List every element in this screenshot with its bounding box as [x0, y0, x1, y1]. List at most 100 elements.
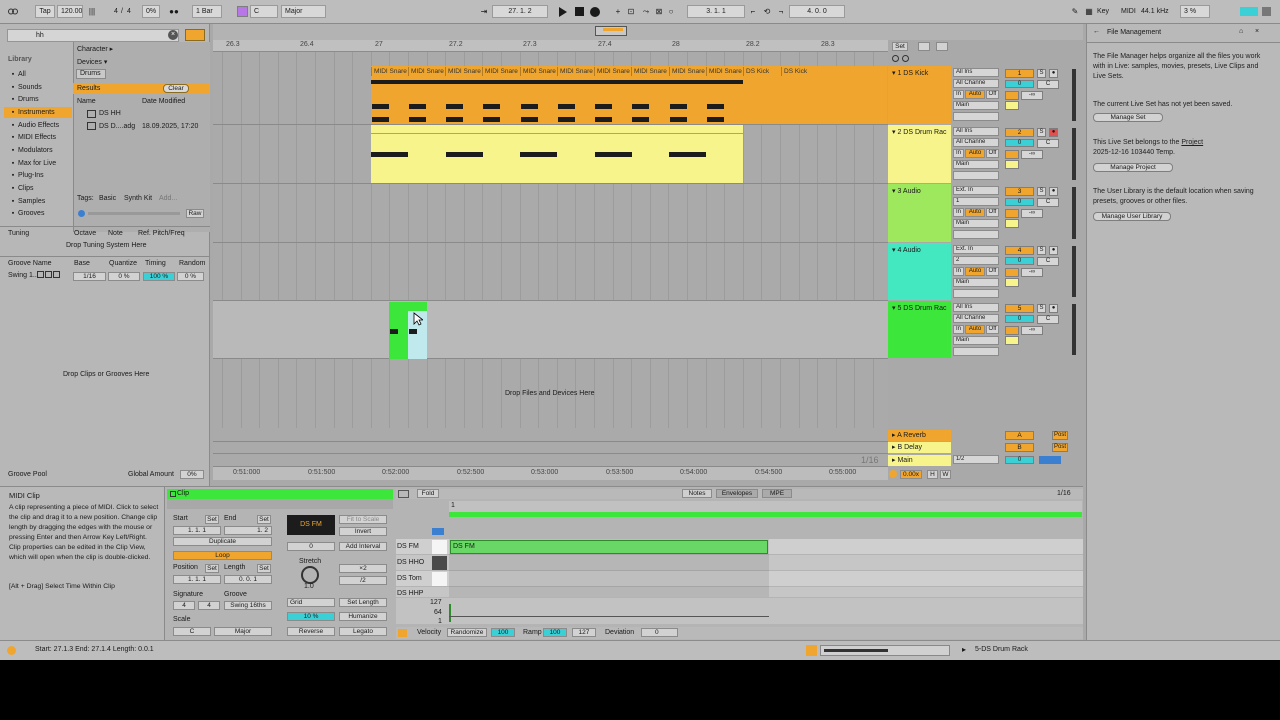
key-map-icon[interactable]: ▦ [1083, 5, 1095, 18]
scale-mode-icon[interactable] [237, 6, 248, 17]
tag-add[interactable]: Add... [159, 195, 177, 202]
position-field[interactable]: 1. 1. 1 [173, 575, 221, 584]
midi-note[interactable] [670, 104, 687, 109]
clip-header-midi-snare[interactable]: MIDI Snare [408, 67, 445, 76]
next-locator-icon[interactable] [902, 55, 909, 62]
library-item-drums[interactable]: ▪ Drums [8, 94, 39, 105]
fold-icon[interactable]: ▾ [892, 188, 896, 195]
midi-note[interactable] [372, 117, 389, 122]
tab-envelopes[interactable]: Envelopes [716, 489, 758, 498]
input-type-select[interactable]: All Ins [953, 127, 999, 136]
overview-strip[interactable] [213, 24, 1083, 40]
follow-icon[interactable]: ⇥ [478, 5, 490, 18]
midi-note[interactable] [595, 117, 612, 122]
monitor-in[interactable]: In [953, 267, 964, 276]
monitor-off[interactable]: Off [986, 267, 999, 276]
midi-note[interactable] [707, 117, 724, 122]
monitor-auto[interactable]: Auto [965, 325, 985, 334]
add-interval-button[interactable]: Add Interval [339, 542, 387, 551]
midi-note[interactable] [446, 117, 463, 122]
track-pan[interactable]: C [1037, 80, 1059, 89]
monitor-auto[interactable]: Auto [965, 208, 985, 217]
midi-note[interactable] [371, 152, 408, 157]
input-channel-select[interactable]: 1 [953, 197, 999, 206]
post-button[interactable]: Post [1052, 443, 1068, 452]
send-a-value[interactable]: -∞ [1021, 150, 1043, 159]
end-field[interactable]: 1. 2 [224, 526, 272, 535]
height-toggle[interactable]: H [927, 470, 938, 479]
clip-header-midi-snare[interactable]: MIDI Snare [706, 67, 743, 76]
monitor-off[interactable]: Off [986, 149, 999, 158]
send-a-value[interactable]: -∞ [1021, 326, 1043, 335]
quantize-menu[interactable]: 1 Bar [192, 5, 222, 18]
library-item-grooves[interactable]: ▪ Grooves [8, 208, 45, 219]
library-item-sounds[interactable]: ▪ Sounds [8, 82, 42, 93]
main-output-select[interactable]: 1/2 [953, 455, 999, 464]
clear-search-icon[interactable]: × [168, 30, 178, 40]
midi-note[interactable] [483, 104, 500, 109]
start-field[interactable]: 1. 1. 1 [173, 526, 221, 535]
halve-button[interactable]: /2 [339, 576, 387, 585]
midi-note[interactable] [409, 104, 426, 109]
send-a[interactable] [1005, 91, 1019, 100]
midi-note[interactable] [632, 104, 649, 109]
monitor-auto[interactable]: Auto [965, 267, 985, 276]
clip-header-midi-snare[interactable]: MIDI Snare [557, 67, 594, 76]
song-position-field[interactable]: 27. 1. 2 [492, 5, 548, 18]
clip-header-ds-kick[interactable]: DS Kick [743, 67, 781, 76]
pad-key[interactable] [432, 540, 447, 554]
record-icon[interactable] [590, 7, 600, 17]
clip-scale-select[interactable]: Major [214, 627, 272, 636]
prev-locator-icon[interactable] [892, 55, 899, 62]
clip-header-midi-snare[interactable]: MIDI Snare [631, 67, 668, 76]
lane-ds-hhp[interactable]: DS HHP [397, 590, 423, 597]
key-menu[interactable]: C [250, 5, 278, 18]
send-b[interactable] [1005, 336, 1019, 345]
home-icon[interactable]: ⌂ [1239, 28, 1243, 35]
stop-icon[interactable] [575, 7, 584, 16]
invert-button[interactable]: Invert [339, 527, 387, 536]
monitor-in[interactable]: In [953, 90, 964, 99]
library-item-modulators[interactable]: ▪ Modulators [8, 145, 53, 156]
loop-start-field[interactable]: 3. 1. 1 [687, 5, 745, 18]
col-name[interactable]: Name [77, 98, 96, 105]
sig-num-field[interactable]: 4 [173, 601, 195, 610]
track-pan[interactable]: C [1037, 139, 1059, 148]
track-lane-5[interactable] [213, 301, 888, 359]
metronome-icon[interactable]: ●● [168, 5, 180, 18]
preview-toggle[interactable] [432, 528, 444, 535]
groove-quantize-field[interactable]: 0 % [108, 272, 140, 281]
tuning-drop-zone[interactable]: Drop Tuning System Here [66, 242, 147, 249]
midi-note[interactable] [483, 117, 500, 122]
output-select[interactable]: Main [953, 160, 999, 169]
lane-ds-tom[interactable]: DS Tom [397, 575, 422, 582]
track-header-2[interactable]: ▾ 2 DS Drum Rac [888, 125, 951, 183]
arm-button[interactable]: ● [1049, 304, 1058, 313]
midi-note[interactable] [521, 117, 538, 122]
lane-ds-hho[interactable]: DS HHO [397, 559, 424, 566]
punch-out-icon[interactable]: ¬ [775, 5, 787, 18]
groove-row-name[interactable]: Swing 1... [8, 272, 39, 279]
midi-note[interactable] [558, 104, 575, 109]
preview-scrubber[interactable] [88, 212, 180, 215]
groove-row-icons[interactable] [37, 271, 61, 280]
time-sig-num[interactable]: 4 [114, 5, 118, 18]
result-item-1[interactable]: DS HH [99, 110, 121, 117]
monitor-in[interactable]: In [953, 149, 964, 158]
track-pan[interactable]: C [1037, 257, 1059, 266]
track-select-icon[interactable]: ▸ [962, 645, 966, 654]
arm-button[interactable]: ● [1049, 246, 1058, 255]
fold-icon[interactable]: ▸ [892, 457, 896, 464]
fold-button[interactable]: Fold [417, 489, 439, 498]
filter-character[interactable]: Character ▸ [77, 45, 113, 53]
filter-devices[interactable]: Devices ▾ [77, 58, 107, 66]
output-select[interactable]: Main [953, 101, 999, 110]
return-track-b[interactable]: ▸ B Delay [888, 442, 951, 453]
play-icon[interactable] [558, 7, 568, 19]
solo-button[interactable]: S [1037, 304, 1046, 313]
clip-tab[interactable]: Clip [167, 489, 393, 499]
track-header-5[interactable]: ▾ 5 DS Drum Rac [888, 301, 951, 358]
output-select[interactable]: Main [953, 336, 999, 345]
monitor-off[interactable]: Off [986, 325, 999, 334]
legato-button[interactable]: Legato [339, 627, 387, 636]
